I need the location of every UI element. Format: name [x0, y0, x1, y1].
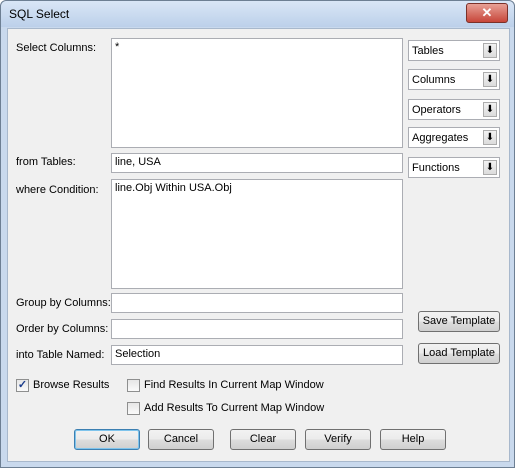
- select-columns-label: Select Columns:: [16, 42, 97, 54]
- help-button[interactable]: Help: [380, 429, 446, 450]
- order-by-input[interactable]: [111, 319, 403, 339]
- where-condition-label: where Condition:: [16, 184, 99, 196]
- verify-button[interactable]: Verify: [305, 429, 371, 450]
- dialog-body: Select Columns: from Tables: where Condi…: [7, 28, 510, 462]
- find-results-checkbox[interactable]: [127, 379, 140, 392]
- arrow-down-icon[interactable]: ⬇: [483, 130, 497, 145]
- browse-results-label[interactable]: Browse Results: [33, 379, 109, 391]
- from-tables-input[interactable]: line, USA: [111, 153, 403, 173]
- add-results-label[interactable]: Add Results To Current Map Window: [144, 402, 324, 414]
- functions-dropdown[interactable]: Functions ⬇: [408, 157, 500, 178]
- cancel-button[interactable]: Cancel: [148, 429, 214, 450]
- aggregates-dropdown[interactable]: Aggregates ⬇: [408, 127, 500, 148]
- arrow-down-icon[interactable]: ⬇: [483, 43, 497, 58]
- title-bar[interactable]: SQL Select ✕: [1, 1, 514, 27]
- operators-dropdown[interactable]: Operators ⬇: [408, 99, 500, 120]
- clear-button[interactable]: Clear: [230, 429, 296, 450]
- columns-dropdown[interactable]: Columns ⬇: [408, 69, 500, 90]
- arrow-down-icon[interactable]: ⬇: [483, 102, 497, 117]
- browse-results-checkbox[interactable]: ✓: [16, 379, 29, 392]
- sql-select-dialog: SQL Select ✕ Select Columns: from Tables…: [0, 0, 515, 468]
- select-columns-input[interactable]: *: [111, 38, 403, 148]
- window-title: SQL Select: [9, 7, 70, 21]
- where-condition-input[interactable]: line.Obj Within USA.Obj: [111, 179, 403, 289]
- arrow-down-icon[interactable]: ⬇: [483, 160, 497, 175]
- tables-dropdown[interactable]: Tables ⬇: [408, 40, 500, 61]
- group-by-input[interactable]: [111, 293, 403, 313]
- tables-dropdown-label: Tables: [412, 45, 444, 57]
- group-by-label: Group by Columns:: [16, 297, 111, 309]
- add-results-checkbox[interactable]: [127, 402, 140, 415]
- aggregates-dropdown-label: Aggregates: [412, 132, 469, 144]
- from-tables-label: from Tables:: [16, 156, 76, 168]
- order-by-label: Order by Columns:: [16, 323, 109, 335]
- load-template-button[interactable]: Load Template: [418, 343, 500, 364]
- close-button[interactable]: ✕: [466, 3, 508, 23]
- functions-dropdown-label: Functions: [412, 162, 460, 174]
- into-table-label: into Table Named:: [16, 349, 105, 361]
- find-results-label[interactable]: Find Results In Current Map Window: [144, 379, 324, 391]
- arrow-down-icon[interactable]: ⬇: [483, 72, 497, 87]
- operators-dropdown-label: Operators: [412, 104, 461, 116]
- columns-dropdown-label: Columns: [412, 74, 456, 86]
- save-template-button[interactable]: Save Template: [418, 311, 500, 332]
- into-table-input[interactable]: Selection: [111, 345, 403, 365]
- ok-button[interactable]: OK: [74, 429, 140, 450]
